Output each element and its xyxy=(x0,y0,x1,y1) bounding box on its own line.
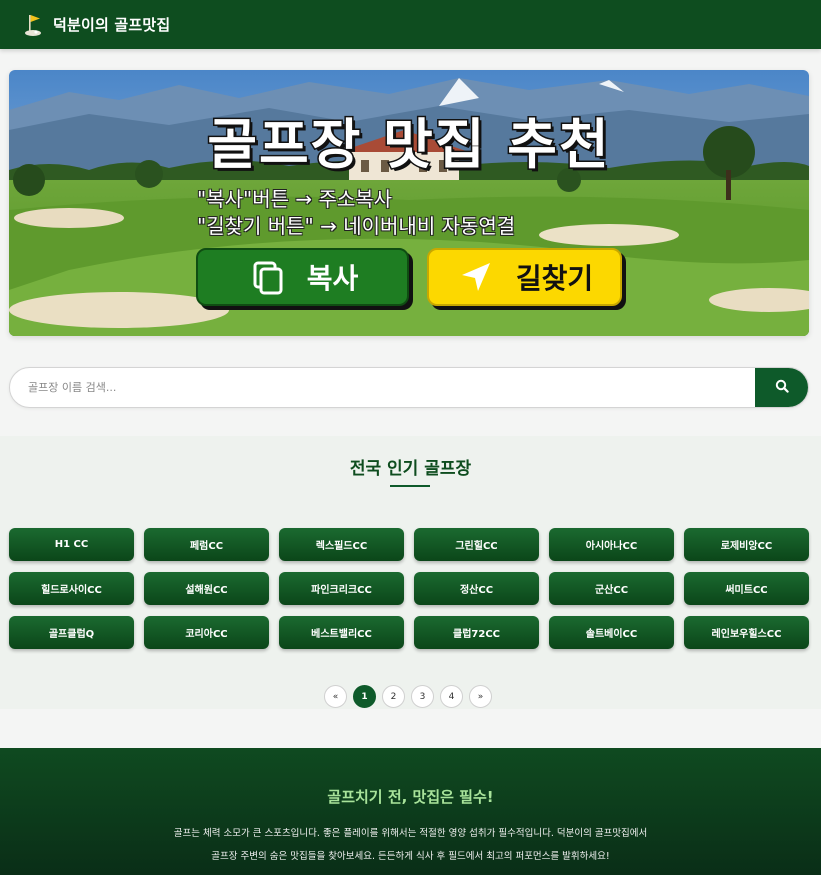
search-icon xyxy=(775,378,789,397)
course-button[interactable]: 그린힐CC xyxy=(414,528,539,561)
course-button[interactable]: 렉스필드CC xyxy=(279,528,404,561)
footer-text-line-1: 골프는 체력 소모가 큰 스포츠입니다. 좋은 플레이를 위해서는 적절한 영양… xyxy=(173,828,648,839)
hero-banner: 골프장 맛집 추천 "복사"버튼 → 주소복사 "길찾기 버튼" → 네이버내비… xyxy=(9,70,809,336)
hero-navigate-label: 길찾기 xyxy=(515,262,594,295)
page-prev-button[interactable]: « xyxy=(324,685,347,708)
course-button[interactable]: 정산CC xyxy=(414,572,539,605)
search-bar xyxy=(9,367,809,408)
page-button-2[interactable]: 2 xyxy=(382,685,405,708)
course-button[interactable]: 코리아CC xyxy=(144,616,269,649)
search-input[interactable] xyxy=(10,368,755,407)
course-button[interactable]: 힐드로사이CC xyxy=(9,572,134,605)
golf-flag-icon[interactable] xyxy=(24,13,44,37)
course-button[interactable]: 골프클럽Q xyxy=(9,616,134,649)
course-button[interactable]: 솔트베이CC xyxy=(549,616,674,649)
page-button-3[interactable]: 3 xyxy=(411,685,434,708)
navigation-arrow-icon xyxy=(456,257,496,297)
page-next-button[interactable]: » xyxy=(469,685,492,708)
site-title[interactable]: 덕분이의 골프맛집 xyxy=(53,14,170,35)
hero-navigate-button[interactable]: 길찾기 xyxy=(427,248,622,306)
course-button[interactable]: 페럼CC xyxy=(144,528,269,561)
course-button[interactable]: 클럽72CC xyxy=(414,616,539,649)
hero-copy-button[interactable]: 복사 xyxy=(196,248,409,306)
pagination: « 1 2 3 4 » xyxy=(324,685,492,708)
course-button[interactable]: 써미트CC xyxy=(684,572,809,605)
course-button[interactable]: 레인보우힐스CC xyxy=(684,616,809,649)
course-button[interactable]: 파인크리크CC xyxy=(279,572,404,605)
hero-title: 골프장 맛집 추천 xyxy=(206,112,611,178)
title-underline xyxy=(390,485,430,487)
course-button[interactable]: H1 CC xyxy=(9,528,134,561)
copy-icon xyxy=(247,257,287,297)
hero-instruction-copy: "복사"버튼 → 주소복사 xyxy=(197,187,393,211)
site-footer: 골프치기 전, 맛집은 필수! 골프는 체력 소모가 큰 스포츠입니다. 좋은 … xyxy=(0,748,821,875)
page-button-1[interactable]: 1 xyxy=(353,685,376,708)
course-grid: H1 CC 페럼CC 렉스필드CC 그린힐CC 아시아나CC 로제비앙CC 힐드… xyxy=(9,528,809,649)
footer-text-line-2: 골프장 주변의 숨은 맛집들을 찾아보세요. 든든하게 식사 후 필드에서 최고… xyxy=(211,851,610,862)
popular-courses-section: 전국 인기 골프장 H1 CC 페럼CC 렉스필드CC 그린힐CC 아시아나CC… xyxy=(0,436,821,709)
site-header: 덕분이의 골프맛집 xyxy=(0,0,821,49)
page-button-4[interactable]: 4 xyxy=(440,685,463,708)
search-button[interactable] xyxy=(755,368,808,407)
course-button[interactable]: 아시아나CC xyxy=(549,528,674,561)
course-button[interactable]: 베스트밸리CC xyxy=(279,616,404,649)
course-button[interactable]: 군산CC xyxy=(549,572,674,605)
course-button[interactable]: 로제비앙CC xyxy=(684,528,809,561)
footer-title: 골프치기 전, 맛집은 필수! xyxy=(327,788,494,806)
hero-instruction-navigate: "길찾기 버튼" → 네이버내비 자동연결 xyxy=(197,214,516,238)
section-title: 전국 인기 골프장 xyxy=(349,459,472,479)
course-button[interactable]: 설해원CC xyxy=(144,572,269,605)
hero-copy-label: 복사 xyxy=(306,262,359,295)
